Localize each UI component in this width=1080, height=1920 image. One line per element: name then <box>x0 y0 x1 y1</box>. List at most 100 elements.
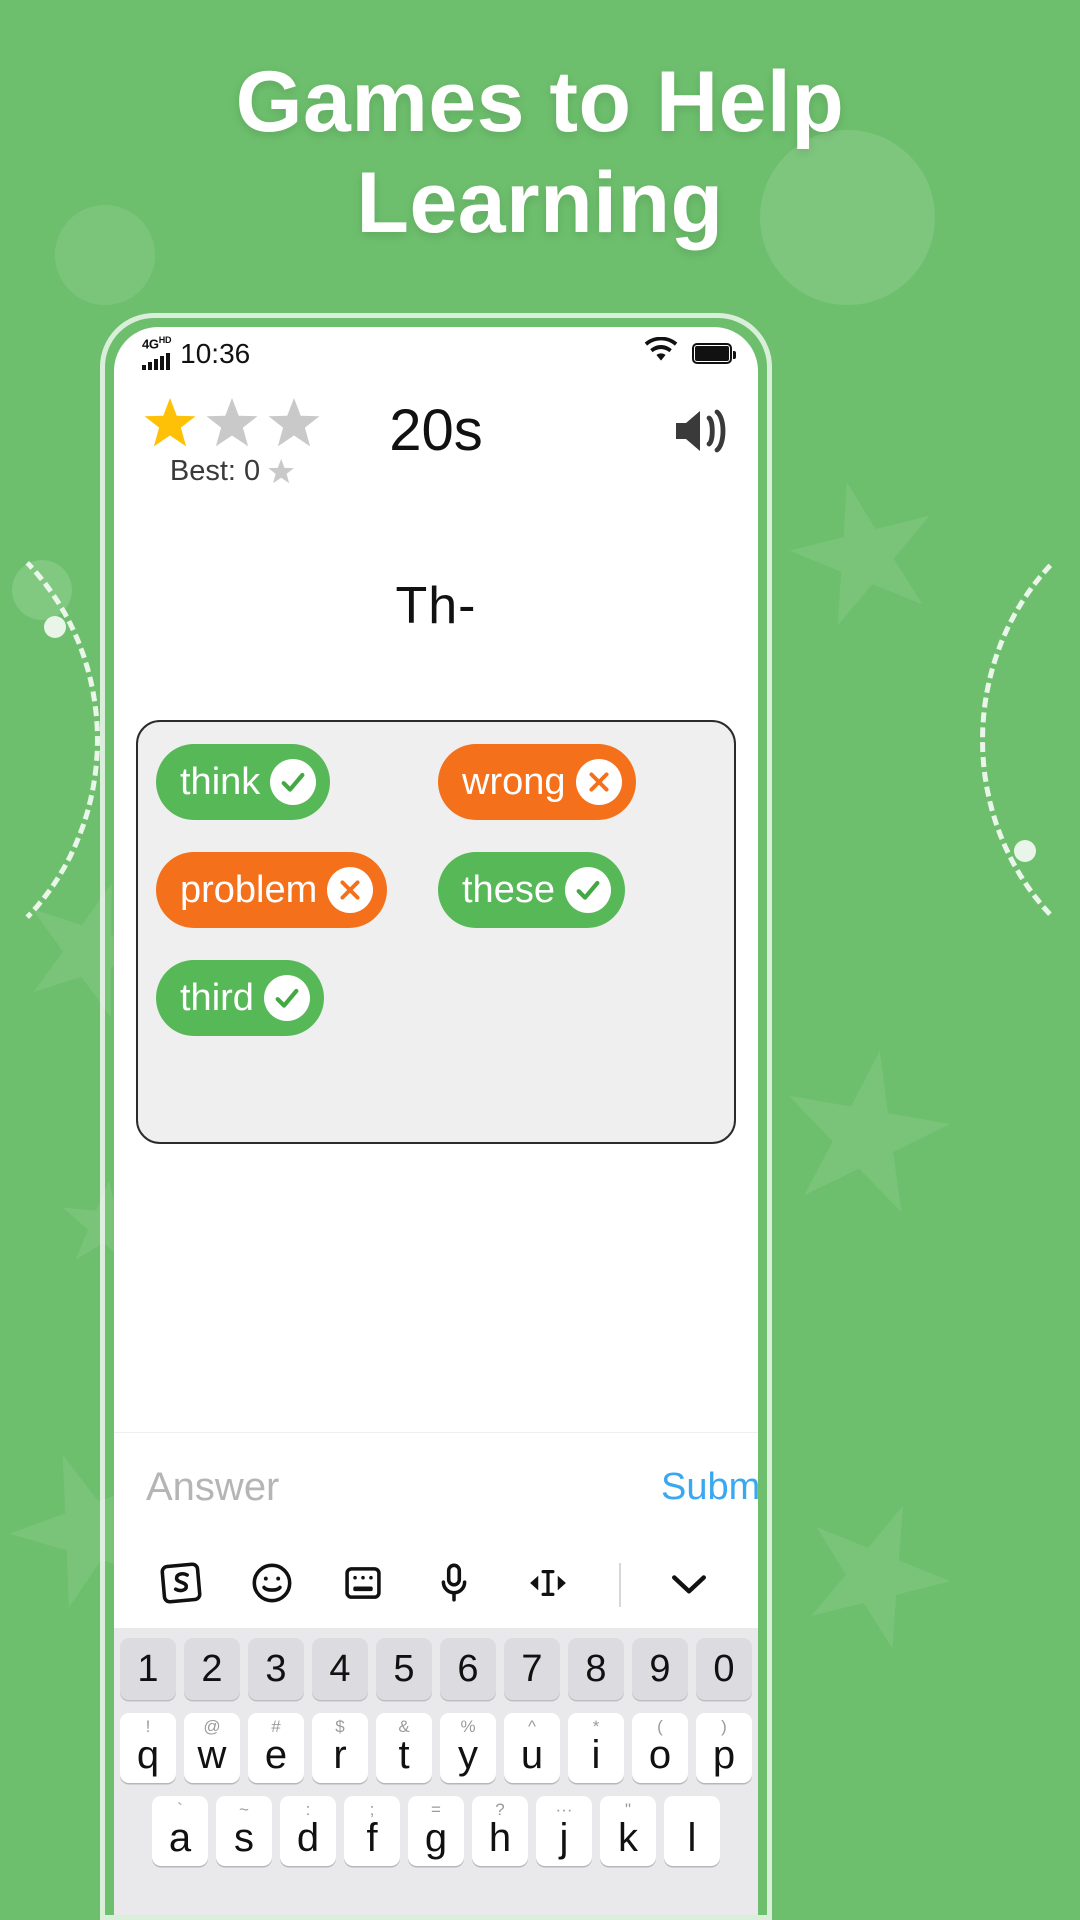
microphone-icon[interactable] <box>431 1560 477 1611</box>
key-sup: " <box>624 1800 632 1819</box>
word-chip-think[interactable]: think <box>156 744 331 820</box>
background-star-decor <box>777 1477 972 1672</box>
star-icon-empty <box>206 398 258 447</box>
key-h[interactable]: ? h <box>472 1796 528 1866</box>
key-label: l <box>687 1815 697 1860</box>
word-prompt: Th- <box>395 577 477 635</box>
key-5[interactable]: 5 <box>376 1638 432 1700</box>
background-star-decor <box>767 1037 964 1234</box>
key-4[interactable]: 4 <box>312 1638 368 1700</box>
key-6[interactable]: 6 <box>440 1638 496 1700</box>
chevron-down-icon[interactable] <box>665 1563 713 1608</box>
key-7[interactable]: 7 <box>504 1638 560 1700</box>
key-y[interactable]: % y <box>440 1713 496 1783</box>
word-chip-wrong[interactable]: wrong <box>438 744 636 820</box>
key-sup: @ <box>203 1717 221 1736</box>
word-chip-third[interactable]: third <box>156 960 324 1036</box>
background-circle-decor <box>12 560 72 620</box>
speaker-icon[interactable] <box>672 405 732 462</box>
key-label: i <box>591 1732 601 1777</box>
emoji-icon[interactable] <box>249 1560 295 1611</box>
key-label: k <box>618 1815 638 1860</box>
key-2[interactable]: 2 <box>184 1638 240 1700</box>
key-label: f <box>366 1815 378 1860</box>
key-0[interactable]: 0 <box>696 1638 752 1700</box>
check-circle-icon <box>263 975 310 1021</box>
virtual-keyboard: 1 2 3 4 5 6 7 8 9 0 ! q @ w # e $ r & t % y ^ u… <box>114 1628 758 1915</box>
page-title: Games to Help Learning <box>0 52 1080 255</box>
check-circle-icon <box>564 867 611 913</box>
key-label: w <box>197 1732 227 1777</box>
key-9[interactable]: 9 <box>632 1638 688 1700</box>
keyboard-number-row: 1 2 3 4 5 6 7 8 9 0 <box>120 1638 752 1700</box>
cross-circle-icon <box>575 759 622 805</box>
key-r[interactable]: $ r <box>312 1713 368 1783</box>
key-g[interactable]: = g <box>408 1796 464 1866</box>
key-sup: * <box>592 1717 600 1736</box>
word-chip-label: wrong <box>462 760 566 803</box>
background-star-decor <box>774 464 956 646</box>
sogou-logo-icon[interactable] <box>158 1560 204 1611</box>
status-bar-left: 4GHD 10:36 <box>142 335 250 370</box>
keyboard-icon[interactable] <box>340 1560 386 1611</box>
key-sup: : <box>305 1800 311 1819</box>
headline-line-1: Games to Help <box>235 54 845 150</box>
word-chip-problem[interactable]: problem <box>156 852 388 928</box>
key-j[interactable]: ··· j <box>536 1796 592 1866</box>
key-sup: ^ <box>528 1717 536 1736</box>
network-type-label: 4GHD <box>142 335 172 352</box>
key-u[interactable]: ^ u <box>504 1713 560 1783</box>
key-label: p <box>712 1732 736 1777</box>
key-sup: ! <box>145 1717 151 1736</box>
key-1[interactable]: 1 <box>120 1638 176 1700</box>
key-a[interactable]: ` a <box>152 1796 208 1866</box>
key-label: e <box>264 1732 288 1777</box>
key-s[interactable]: ~ s <box>216 1796 272 1866</box>
key-t[interactable]: & t <box>376 1713 432 1783</box>
text-cursor-icon[interactable] <box>522 1563 574 1608</box>
submit-button[interactable]: Submit <box>661 1466 758 1509</box>
key-label: g <box>424 1815 448 1860</box>
key-3[interactable]: 3 <box>248 1638 304 1700</box>
best-score-label: Best: 0 <box>169 455 261 487</box>
key-f[interactable]: ; f <box>344 1796 400 1866</box>
key-o[interactable]: (o <box>632 1713 688 1783</box>
word-chip-label: problem <box>180 868 318 911</box>
star-icon-empty <box>268 398 320 447</box>
key-label: y <box>458 1732 478 1777</box>
key-i[interactable]: * i <box>568 1713 624 1783</box>
key-label: d <box>296 1815 320 1860</box>
check-circle-icon <box>270 759 317 805</box>
key-sup: & <box>398 1717 410 1736</box>
key-l[interactable]: l <box>664 1796 720 1866</box>
key-d[interactable]: :d <box>280 1796 336 1866</box>
word-chip-these[interactable]: these <box>438 852 625 928</box>
key-sup: $ <box>335 1717 345 1736</box>
key-sup: = <box>431 1800 441 1819</box>
key-label: u <box>520 1732 544 1777</box>
key-sup: ) <box>721 1717 727 1736</box>
word-chip-label: third <box>180 976 254 1019</box>
phone-mockup-frame: 4GHD 10:36 Best: 0 20s Th- think wrong p… <box>100 313 772 1920</box>
keyboard-row-qwerty: ! q @ w # e $ r & t % y ^ u * i (o ) p <box>120 1713 752 1783</box>
game-header: Best: 0 20s <box>114 379 758 488</box>
key-sup: ? <box>495 1800 505 1819</box>
answer-input[interactable] <box>146 1465 661 1510</box>
status-bar: 4GHD 10:36 <box>114 327 758 379</box>
key-8[interactable]: 8 <box>568 1638 624 1700</box>
key-p[interactable]: ) p <box>696 1713 752 1783</box>
key-e[interactable]: # e <box>248 1713 304 1783</box>
key-q[interactable]: ! q <box>120 1713 176 1783</box>
key-label: j <box>559 1815 569 1860</box>
key-w[interactable]: @ w <box>184 1713 240 1783</box>
keyboard-toolbar <box>114 1542 758 1628</box>
answer-bar: Submit <box>114 1432 758 1542</box>
signal-strength-icon: 4GHD <box>142 335 172 370</box>
key-k[interactable]: " k <box>600 1796 656 1866</box>
star-icon <box>268 459 294 484</box>
headline-line-2: Learning <box>356 155 724 252</box>
toolbar-separator <box>618 1563 621 1607</box>
key-sup: % <box>460 1717 476 1736</box>
key-label: o <box>648 1732 672 1777</box>
key-sup: ··· <box>555 1800 573 1819</box>
